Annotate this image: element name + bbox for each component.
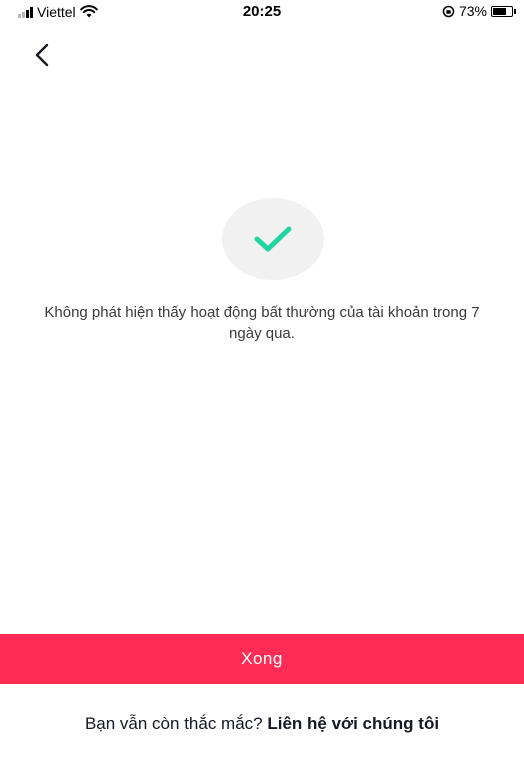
- chevron-left-icon: [35, 43, 49, 67]
- checkmark-icon: [254, 226, 292, 252]
- battery-fill: [493, 7, 506, 15]
- battery-icon: [491, 5, 513, 17]
- contact-us-link[interactable]: Liên hệ với chúng tôi: [267, 714, 439, 733]
- back-button[interactable]: [28, 40, 58, 70]
- help-line: Bạn vẫn còn thắc mắc? Liên hệ với chúng …: [0, 714, 524, 734]
- done-button[interactable]: Xong: [0, 634, 524, 684]
- status-bar: Viettel 20:25 73%: [0, 0, 524, 22]
- orientation-lock-icon: [442, 5, 455, 17]
- battery-cap: [514, 8, 516, 14]
- result-message: Không phát hiện thấy hoạt động bất thườn…: [44, 304, 480, 342]
- help-question: Bạn vẫn còn thắc mắc?: [84, 714, 268, 733]
- battery-area: 73%: [442, 3, 516, 19]
- success-badge: [222, 198, 324, 280]
- battery-percent: 73%: [458, 3, 487, 19]
